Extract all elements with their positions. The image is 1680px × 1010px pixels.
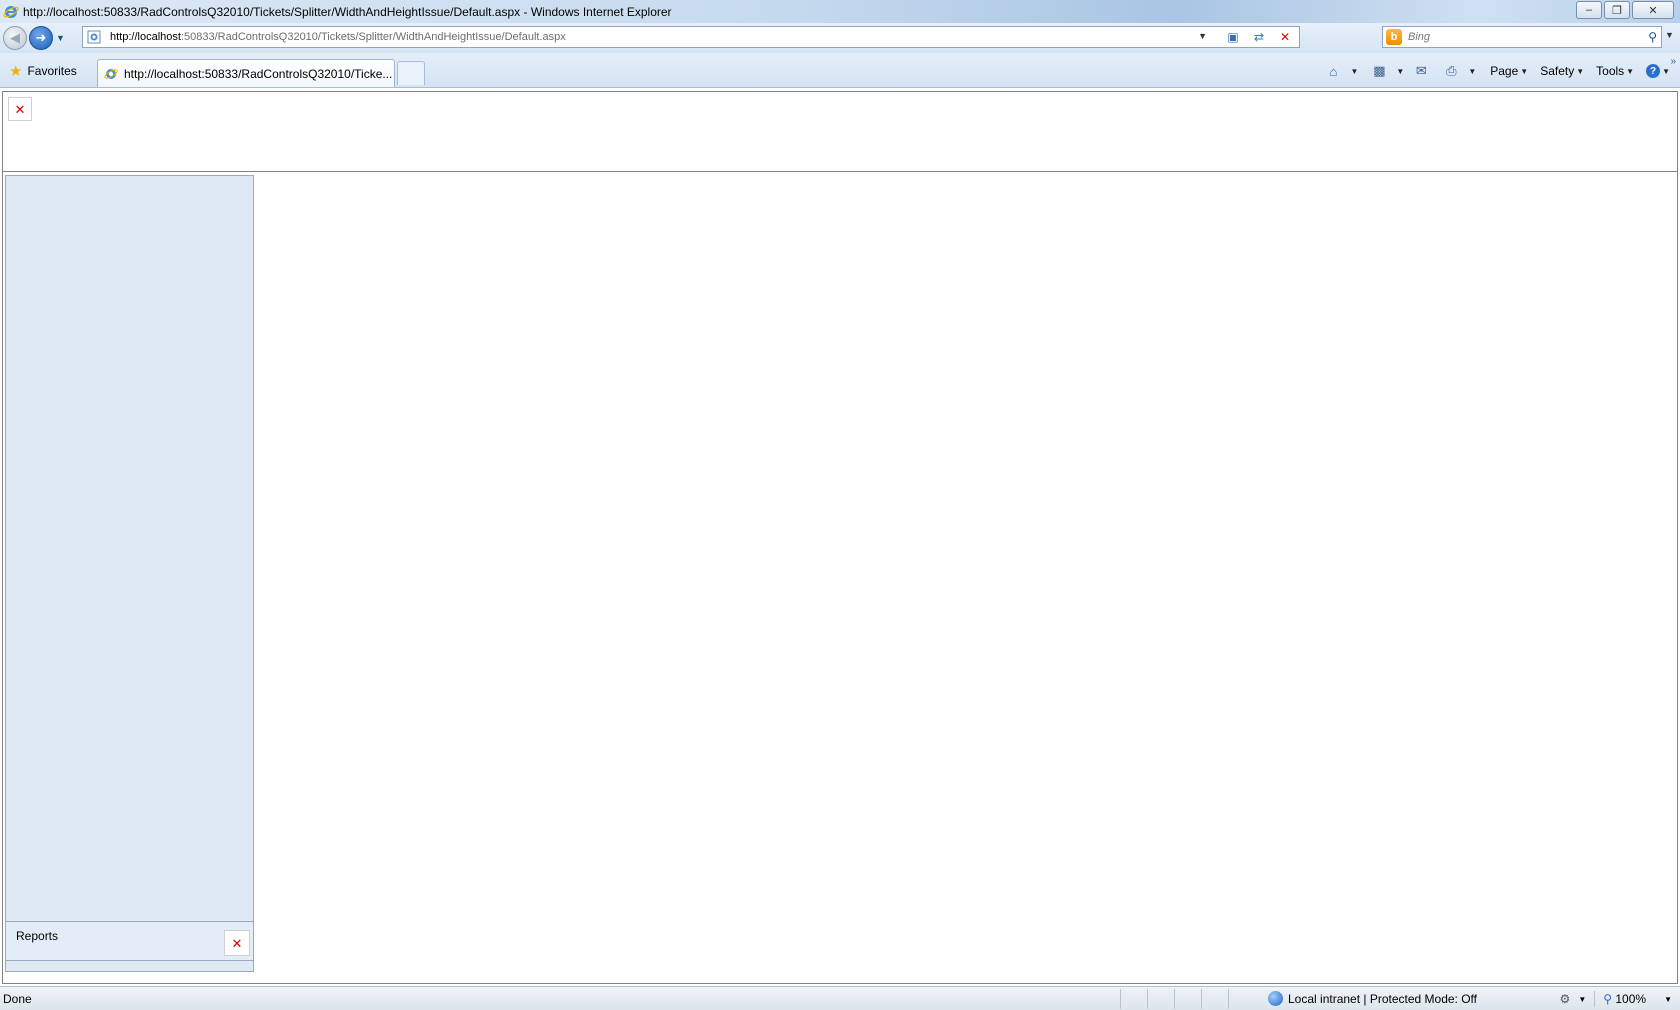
address-bar[interactable]: http://localhost:50833/RadControlsQ32010…	[82, 26, 1300, 48]
title-bar: http://localhost:50833/RadControlsQ32010…	[0, 0, 1680, 23]
feeds-dropdown[interactable]: ▼	[1396, 67, 1404, 76]
back-arrow-icon: ◀	[10, 30, 20, 45]
command-toolbar: ⌂ ▼ ▩ ▼ ✉ ⎙ ▼ Page ▼ Safety ▼ Tools ▼ ? ▼	[1322, 61, 1674, 81]
window-title: http://localhost:50833/RadControlsQ32010…	[23, 4, 672, 19]
address-path: :50833/RadControlsQ32010/Tickets/Splitte…	[180, 31, 566, 43]
minimize-button[interactable]: –	[1576, 1, 1602, 19]
status-text: Done	[3, 991, 32, 1006]
chevron-down-icon: ▼	[1662, 66, 1670, 76]
ie-logo-icon	[3, 5, 19, 18]
recent-pages-dropdown[interactable]: ▼	[56, 33, 66, 43]
command-bar: ★ Favorites http://localhost:50833/RadCo…	[0, 53, 1680, 88]
search-input[interactable]	[1408, 31, 1628, 43]
status-segment	[1147, 989, 1174, 1009]
chevron-down-icon: ▼	[1576, 66, 1585, 76]
compatibility-view-icon[interactable]: ▣	[1223, 28, 1243, 46]
restore-button[interactable]: ❐	[1604, 1, 1630, 19]
broken-image-icon[interactable]: ✕	[224, 930, 250, 956]
page-menu[interactable]: Page ▼	[1486, 64, 1532, 78]
reports-label: Reports	[16, 929, 59, 943]
back-button[interactable]: ◀	[3, 26, 27, 50]
address-toolbar: ◀ ➜ ▼ http://localhost:50833/RadControls…	[0, 23, 1680, 53]
stop-icon[interactable]: ✕	[1275, 28, 1295, 46]
printer-icon[interactable]: ⎙	[1440, 63, 1462, 79]
new-tab-button[interactable]	[397, 61, 425, 85]
status-segment	[1174, 989, 1201, 1009]
mail-icon[interactable]: ✉	[1410, 63, 1432, 79]
forward-button[interactable]: ➜	[29, 26, 53, 50]
page-content: ✕ Reports ✕	[0, 90, 1680, 985]
browser-tab[interactable]: http://localhost:50833/RadControlsQ32010…	[97, 59, 395, 87]
left-pane: Reports ✕	[5, 175, 254, 972]
zoom-level: 100%	[1615, 992, 1647, 1006]
print-dropdown[interactable]: ▼	[1468, 67, 1476, 76]
more-commands-icon[interactable]: »	[1670, 56, 1676, 67]
popup-blocker-icon[interactable]: ⚙	[1560, 992, 1571, 1006]
search-box[interactable]: b ⚲	[1382, 26, 1662, 48]
zoom-dropdown[interactable]: ▼	[1664, 995, 1672, 1004]
refresh-icon[interactable]: ⇄	[1249, 28, 1269, 46]
search-options-dropdown[interactable]: ▼	[1665, 30, 1674, 40]
status-divider	[1594, 991, 1596, 1007]
status-segment	[1120, 989, 1147, 1009]
security-zone-label: Local intranet | Protected Mode: Off	[1288, 991, 1477, 1006]
forward-arrow-icon: ➜	[35, 30, 47, 45]
address-host: http://localhost	[110, 31, 181, 43]
magnifier-icon[interactable]: ⚲	[1648, 30, 1657, 44]
main-pane	[255, 175, 1677, 983]
page-icon	[87, 30, 101, 44]
tools-menu[interactable]: Tools ▼	[1592, 64, 1638, 78]
status-segment	[1228, 989, 1255, 1009]
bing-icon: b	[1386, 29, 1402, 45]
favorites-label: Favorites	[27, 64, 77, 78]
tools-menu-label: Tools	[1596, 64, 1625, 78]
status-bar: Done Local intranet | Protected Mode: Of…	[0, 986, 1680, 1010]
favorites-button[interactable]: ★ Favorites	[5, 60, 81, 82]
chevron-down-icon: ▼	[1520, 66, 1529, 76]
address-dropdown-icon[interactable]: ▼	[1198, 31, 1207, 41]
home-dropdown[interactable]: ▼	[1350, 67, 1358, 76]
safety-menu-label: Safety	[1540, 64, 1575, 78]
popup-dropdown[interactable]: ▼	[1578, 995, 1586, 1004]
status-segment	[1201, 989, 1228, 1009]
rss-icon[interactable]: ▩	[1368, 63, 1390, 79]
window-controls: – ❐ ✕	[1576, 1, 1674, 19]
zoom-icon: ⚲	[1603, 992, 1613, 1006]
help-menu[interactable]: ? ▼	[1642, 64, 1674, 78]
safety-menu[interactable]: Safety ▼	[1536, 64, 1588, 78]
chevron-down-icon: ▼	[1626, 66, 1635, 76]
address-tools: ▣ ⇄ ✕	[1223, 28, 1295, 46]
status-tools: ⚙ ▼ ⚲ 100% ▼	[1560, 991, 1672, 1007]
top-pane: ✕	[3, 92, 1677, 172]
security-zone[interactable]: Local intranet | Protected Mode: Off	[1268, 991, 1477, 1006]
help-icon: ?	[1646, 64, 1661, 78]
tab-label: http://localhost:50833/RadControlsQ32010…	[124, 66, 393, 81]
close-window-button[interactable]: ✕	[1632, 1, 1674, 19]
star-icon: ★	[9, 62, 23, 80]
globe-icon	[1268, 991, 1283, 1006]
page-menu-label: Page	[1490, 64, 1519, 78]
address-url[interactable]: http://localhost:50833/RadControlsQ32010…	[110, 31, 566, 43]
home-icon[interactable]: ⌂	[1322, 64, 1344, 79]
status-segments	[1120, 989, 1255, 1009]
zoom-control[interactable]: ⚲ 100%	[1603, 992, 1646, 1006]
broken-image-icon: ✕	[8, 97, 32, 121]
reports-panel-header: Reports ✕	[6, 921, 253, 961]
page-icon	[104, 68, 118, 79]
